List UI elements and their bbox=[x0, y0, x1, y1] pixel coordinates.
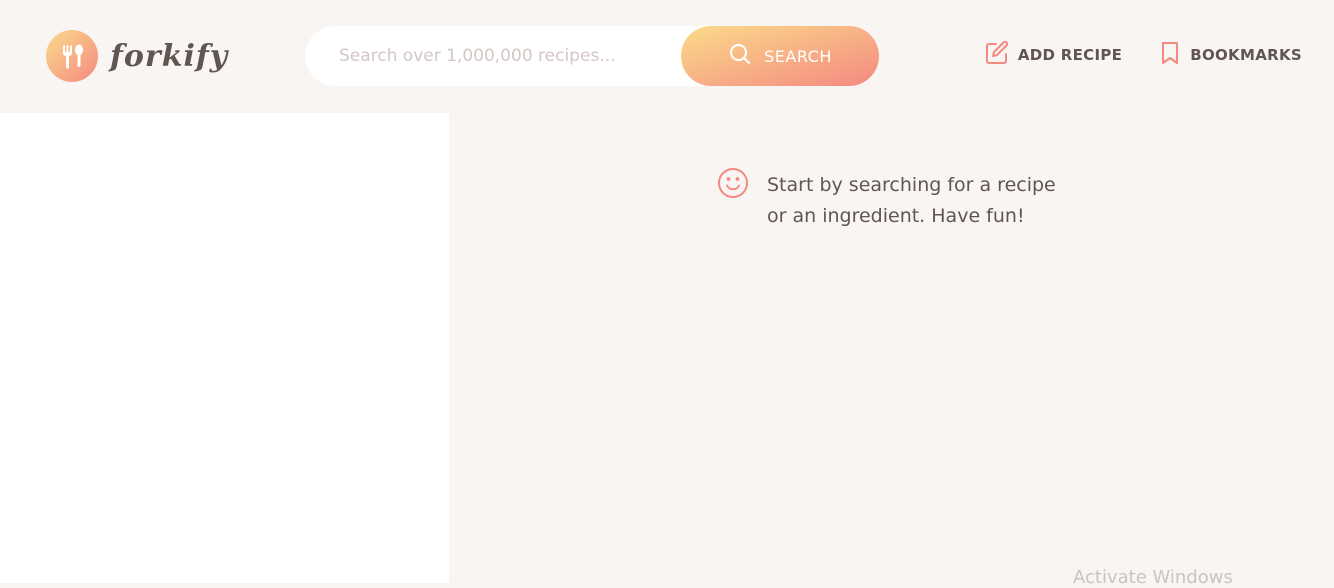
search-button-label: SEARCH bbox=[764, 46, 832, 66]
header: forkify SEARCH ADD RECIPE bbox=[0, 0, 1334, 113]
search-results-panel bbox=[0, 113, 449, 583]
start-message-line-1: Start by searching for a recipe bbox=[767, 174, 1056, 196]
recipe-panel: Start by searching for a recipe or an in… bbox=[449, 113, 1334, 583]
start-message: Start by searching for a recipe or an in… bbox=[717, 167, 1067, 232]
smile-icon bbox=[717, 167, 749, 203]
logo-text: forkify bbox=[110, 38, 229, 74]
bookmark-icon bbox=[1158, 40, 1182, 70]
start-message-text: Start by searching for a recipe or an in… bbox=[767, 170, 1067, 232]
start-message-line-2: or an ingredient. Have fun! bbox=[767, 205, 1025, 227]
activate-windows-watermark: Activate Windows bbox=[1073, 567, 1233, 588]
bookmarks-label: BOOKMARKS bbox=[1190, 46, 1302, 64]
fork-spoon-icon bbox=[46, 30, 98, 82]
edit-icon bbox=[984, 40, 1010, 70]
logo[interactable]: forkify bbox=[46, 29, 228, 83]
add-recipe-button[interactable]: ADD RECIPE bbox=[984, 40, 1122, 70]
bookmarks-button[interactable]: BOOKMARKS bbox=[1158, 40, 1302, 70]
search-form: SEARCH bbox=[305, 26, 879, 86]
add-recipe-label: ADD RECIPE bbox=[1017, 46, 1123, 64]
search-input[interactable] bbox=[339, 46, 669, 66]
search-icon bbox=[728, 42, 752, 70]
main-nav: ADD RECIPE BOOKMARKS bbox=[984, 40, 1302, 70]
search-button[interactable]: SEARCH bbox=[681, 26, 879, 86]
